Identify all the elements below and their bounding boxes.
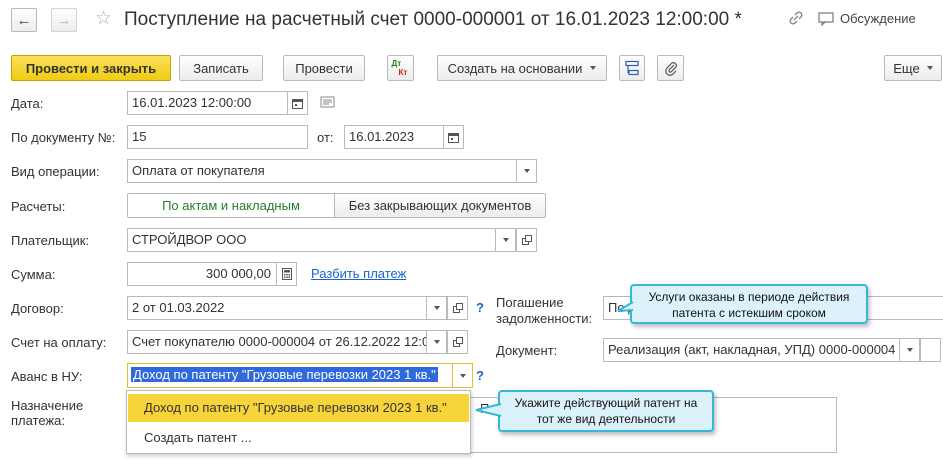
forward-button[interactable]: →	[51, 8, 77, 32]
dropdown-button[interactable]	[516, 160, 536, 182]
chevron-down-icon	[433, 306, 440, 310]
settlements-label: Расчеты:	[11, 199, 66, 214]
advance-label: Аванс в НУ:	[11, 369, 83, 384]
chevron-down-icon	[926, 66, 933, 70]
settlements-option-acts[interactable]: По актам и накладным	[127, 193, 335, 218]
post-button[interactable]: Провести	[283, 55, 365, 81]
contract-label: Договор:	[11, 301, 64, 316]
page-title: Поступление на расчетный счет 0000-00000…	[124, 9, 742, 30]
open-invoice-button[interactable]	[447, 330, 468, 354]
chat-icon	[818, 11, 834, 26]
help-icon[interactable]: ?	[476, 368, 484, 383]
advance-field[interactable]: Доход по патенту "Грузовые перевозки 202…	[127, 363, 473, 388]
document-field[interactable]: Реализация (акт, накладная, УПД) 0000-00…	[603, 338, 920, 362]
calendar-button[interactable]	[443, 126, 463, 148]
settlements-option-no-docs[interactable]: Без закрывающих документов	[334, 193, 546, 218]
amount-label: Сумма:	[11, 267, 56, 282]
callout-pointer	[617, 301, 634, 312]
paperclip-icon	[664, 62, 677, 76]
more-button[interactable]: Еще	[884, 55, 942, 81]
doc-number-label: По документу №:	[11, 130, 116, 145]
dropdown-button[interactable]	[426, 297, 446, 319]
dropdown-item-patent[interactable]: Доход по патенту "Грузовые перевозки 202…	[128, 394, 469, 422]
open-document-button[interactable]	[920, 338, 941, 362]
dtkt-button[interactable]: Дт Кт	[387, 55, 414, 81]
callout-pointer	[475, 403, 502, 417]
debt-repayment-label: Погашение задолженности:	[496, 295, 593, 326]
open-form-icon	[452, 337, 463, 347]
post-and-close-button[interactable]: Провести и закрыть	[11, 55, 171, 81]
save-button[interactable]: Записать	[179, 55, 263, 81]
arrow-right-icon: →	[56, 11, 72, 29]
open-payer-button[interactable]	[516, 228, 537, 252]
open-form-icon	[452, 303, 463, 313]
chevron-down-icon	[523, 169, 530, 173]
calendar-icon	[292, 98, 303, 109]
chevron-down-icon	[459, 373, 466, 378]
chevron-down-icon	[502, 238, 509, 242]
calendar-icon	[448, 132, 459, 143]
date-label: Дата:	[11, 96, 44, 111]
attach-button[interactable]	[657, 55, 684, 81]
chevron-down-icon	[906, 348, 913, 352]
invoice-label: Счет на оплату:	[11, 335, 107, 350]
split-payment-link[interactable]: Разбить платеж	[311, 266, 406, 281]
help-icon[interactable]: ?	[476, 300, 484, 315]
payer-label: Плательщик:	[11, 233, 90, 248]
calculator-button[interactable]	[276, 263, 296, 285]
document-label: Документ:	[496, 343, 558, 358]
arrow-left-icon: ←	[16, 11, 32, 29]
payer-field[interactable]: СТРОЙДВОР ООО	[127, 228, 516, 252]
calendar-button[interactable]	[287, 92, 307, 114]
favorite-star-icon[interactable]: ☆	[95, 7, 112, 30]
expired-patent-callout: Услуги оказаны в периоде действия патент…	[630, 284, 868, 324]
open-form-icon	[521, 235, 532, 245]
valid-patent-callout: Укажите действующий патент на тот же вид…	[498, 390, 714, 432]
date-field[interactable]: 16.01.2023 12:00:00	[127, 91, 308, 115]
amount-field[interactable]: 300 000,00	[127, 262, 297, 286]
dropdown-button[interactable]	[426, 331, 446, 353]
contract-field[interactable]: 2 от 01.03.2022	[127, 296, 447, 320]
link-icon[interactable]	[788, 10, 804, 29]
hierarchy-icon	[625, 60, 639, 76]
history-icon[interactable]	[320, 96, 335, 111]
operation-label: Вид операции:	[11, 164, 100, 179]
dropdown-button[interactable]	[495, 229, 515, 251]
back-button[interactable]: ←	[11, 8, 37, 32]
purpose-label: Назначение платежа:	[11, 398, 84, 428]
doc-number-field[interactable]: 15	[127, 125, 308, 149]
structure-button[interactable]	[619, 55, 645, 81]
create-based-on-button[interactable]: Создать на основании	[437, 55, 607, 81]
dropdown-item-create-patent[interactable]: Создать патент ...	[128, 425, 469, 451]
from-label: от:	[317, 130, 334, 145]
open-contract-button[interactable]	[447, 296, 468, 320]
operation-select[interactable]: Оплата от покупателя	[127, 159, 537, 183]
dtkt-icon: Дт Кт	[391, 59, 408, 77]
dropdown-button[interactable]	[452, 364, 472, 387]
advance-dropdown-list: Доход по патенту "Грузовые перевозки 202…	[126, 390, 471, 454]
from-date-field[interactable]: 16.01.2023	[344, 125, 464, 149]
invoice-field[interactable]: Счет покупателю 0000-000004 от 26.12.202…	[127, 330, 447, 354]
chevron-down-icon	[433, 340, 440, 344]
dropdown-button[interactable]	[899, 339, 919, 361]
calculator-icon	[281, 268, 292, 280]
chevron-down-icon	[590, 66, 597, 70]
discussion-button[interactable]: Обсуждение	[818, 11, 916, 26]
